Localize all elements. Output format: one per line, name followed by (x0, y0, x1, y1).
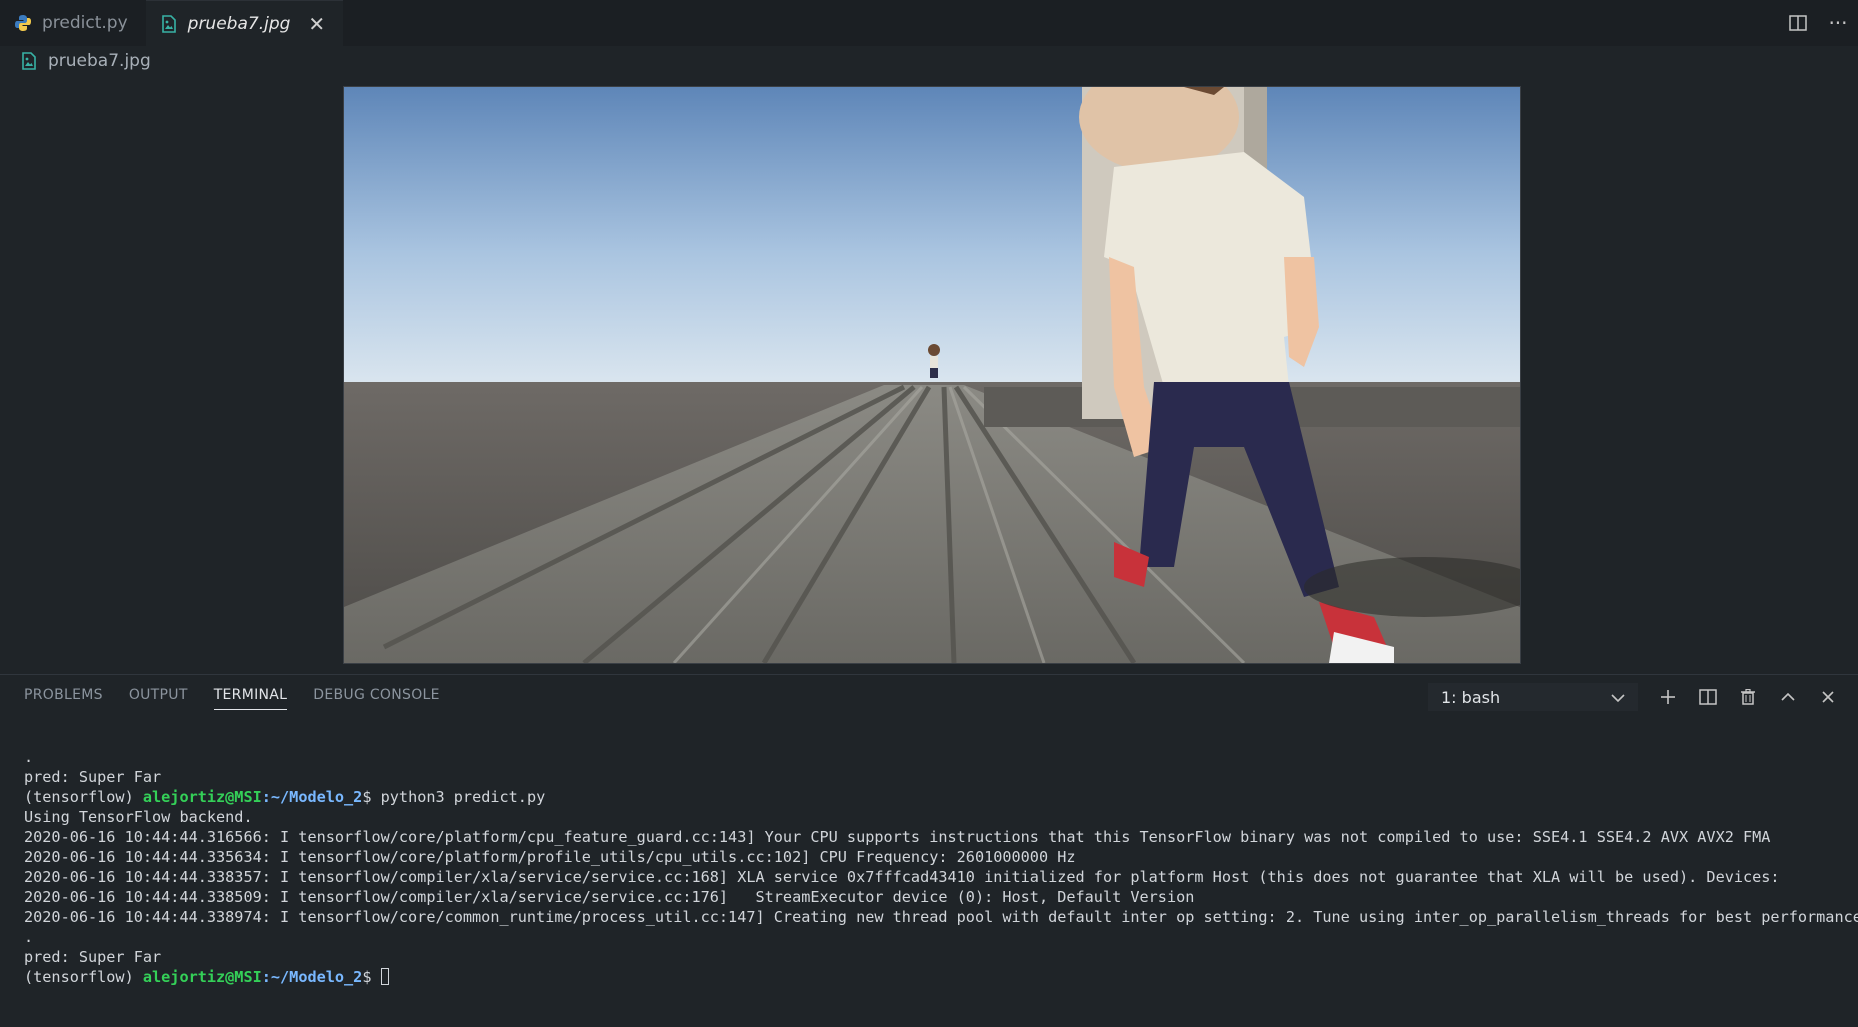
terminal-line: . (24, 928, 34, 946)
editor-tab-bar: predict.py prueba7.jpg ✕ ··· (0, 0, 1858, 46)
terminal-line: 2020-06-16 10:44:44.316566: I tensorflow… (24, 828, 1771, 846)
scene-image (344, 87, 1520, 663)
breadcrumb: prueba7.jpg (20, 48, 151, 74)
prompt-env: (tensorflow) (24, 788, 143, 806)
image-file-icon (22, 52, 36, 70)
tab-label: predict.py (42, 13, 128, 33)
terminal-line: Using TensorFlow backend. (24, 808, 253, 826)
trash-icon[interactable] (1728, 683, 1768, 711)
tab-prueba7-jpg[interactable]: prueba7.jpg ✕ (145, 0, 344, 46)
image-preview (343, 86, 1521, 664)
terminal-prompt-line: (tensorflow) alejortiz@MSI:~/Modelo_2$ p… (24, 787, 1844, 807)
prompt-env: (tensorflow) (24, 968, 143, 986)
maximize-panel-icon[interactable] (1768, 683, 1808, 711)
tab-predict-py[interactable]: predict.py (0, 0, 146, 46)
add-terminal-icon[interactable] (1648, 683, 1688, 711)
terminal-line: pred: Super Far (24, 768, 162, 786)
prompt-sign: $ (362, 788, 381, 806)
prompt-path: :~/Modelo_2 (261, 968, 363, 986)
terminal-line: 2020-06-16 10:44:44.338357: I tensorflow… (24, 868, 1780, 886)
panel-tabs: PROBLEMS OUTPUT TERMINAL DEBUG CONSOLE (24, 687, 440, 710)
image-file-icon (161, 14, 176, 33)
tabbar-spacer (343, 0, 1778, 46)
terminal-line: pred: Super Far (24, 948, 162, 966)
tab-problems[interactable]: PROBLEMS (24, 687, 103, 710)
prompt-sign: $ (362, 968, 381, 986)
terminal-line: 2020-06-16 10:44:44.338974: I tensorflow… (24, 908, 1858, 926)
more-actions-icon[interactable]: ··· (1818, 0, 1858, 46)
breadcrumb-label[interactable]: prueba7.jpg (48, 51, 151, 71)
terminal-select-value: 1: bash (1441, 687, 1501, 707)
close-icon[interactable]: ✕ (308, 12, 325, 36)
split-editor-icon[interactable] (1778, 0, 1818, 46)
close-panel-icon[interactable] (1808, 683, 1848, 711)
prompt-user: alejortiz@MSI (142, 788, 262, 806)
terminal-line: 2020-06-16 10:44:44.335634: I tensorflow… (24, 848, 1076, 866)
tab-label: prueba7.jpg (187, 13, 291, 34)
prompt-path: :~/Modelo_2 (261, 788, 363, 806)
split-terminal-icon[interactable] (1688, 683, 1728, 711)
panel-actions (1648, 683, 1848, 711)
python-icon (15, 15, 31, 31)
terminal-cursor (380, 968, 389, 985)
terminal-output[interactable]: . pred: Super Far (tensorflow) alejortiz@M… (24, 727, 1858, 1027)
prompt-user: alejortiz@MSI (142, 968, 262, 986)
tab-debug-console[interactable]: DEBUG CONSOLE (313, 687, 440, 710)
terminal-prompt-line: (tensorflow) alejortiz@MSI:~/Modelo_2$ (24, 967, 1844, 987)
terminal-line: . (24, 748, 34, 766)
tab-output[interactable]: OUTPUT (129, 687, 188, 710)
chevron-down-icon (1611, 688, 1625, 707)
terminal-line: 2020-06-16 10:44:44.338509: I tensorflow… (24, 888, 1195, 906)
tab-terminal[interactable]: TERMINAL (213, 687, 288, 710)
terminal-select[interactable]: 1: bash (1428, 683, 1638, 711)
prompt-command: python3 predict.py (380, 788, 546, 806)
bottom-panel: PROBLEMS OUTPUT TERMINAL DEBUG CONSOLE 1… (0, 674, 1858, 986)
